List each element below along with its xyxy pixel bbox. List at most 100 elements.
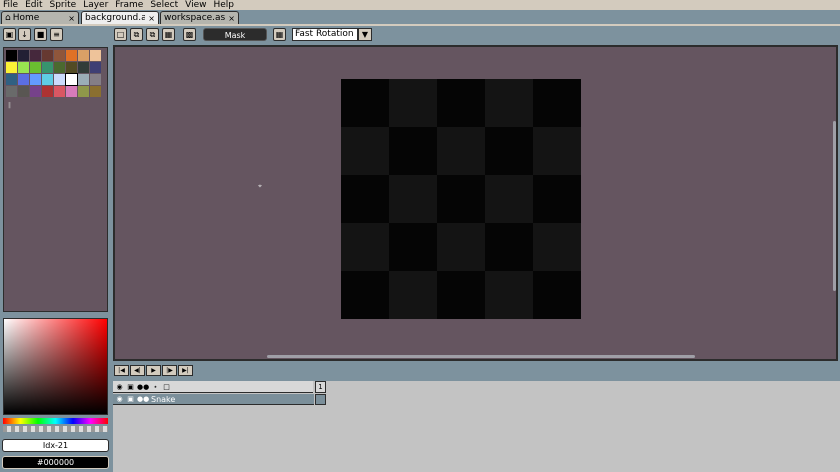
palette-swatch[interactable] [90,50,101,61]
sprite-canvas[interactable] [341,79,581,319]
palette-swatch[interactable] [30,86,41,97]
selection-intersect-icon[interactable]: ▦ [162,28,175,41]
palette-resize-handle[interactable]: ‖ [8,102,11,109]
palette-swatch[interactable] [54,50,65,61]
eye-icon[interactable]: ◉ [114,394,125,404]
lock-icon[interactable]: ▣ [125,394,136,404]
tab-home[interactable]: ⌂ Home × [1,11,79,24]
selection-subtract-icon[interactable]: ⧉ [146,28,159,41]
palette-swatch[interactable] [66,62,77,73]
previous-frame-icon[interactable]: ◀| [130,365,145,376]
palette-swatch[interactable] [78,74,89,85]
layer-row[interactable]: ◉ ▣ ●● Snake [113,394,314,405]
palette-swatch[interactable] [18,74,29,85]
context-toolbar: ▣ ↓ ■ ≡ □ ⧉ ⧉ ▦ ▩ Mask ▦ Fast Rotation ▼ [0,26,840,45]
sprite-tile [341,127,389,175]
timeline-header: ◉ ▣ ●● ⋆ □ [113,381,313,393]
palette-swatch[interactable] [90,86,101,97]
pivot-icon[interactable]: ▩ [183,28,196,41]
vertical-scrollbar[interactable] [833,121,836,291]
crosshair-cursor-icon: ⌖ [258,182,262,190]
first-frame-icon[interactable]: |◀ [114,365,129,376]
palette-swatch[interactable] [18,62,29,73]
palette-swatch[interactable] [30,74,41,85]
menu-view[interactable]: View [182,0,210,10]
palette-swatch[interactable] [42,74,53,85]
sprite-tile [389,127,437,175]
grid-icon[interactable]: ▦ [273,28,286,41]
palette-swatch[interactable] [90,74,101,85]
tab-bar: ⌂ Home × background.ase × workspace.asep… [0,10,840,25]
cel[interactable] [315,394,326,405]
selection-replace-icon[interactable]: □ [114,28,127,41]
palette-swatch[interactable] [65,73,78,86]
menu-select[interactable]: Select [147,0,182,10]
rotation-algorithm-select[interactable]: Fast Rotation [292,28,358,41]
palette-swatch[interactable] [6,62,17,73]
palette-swatch[interactable] [30,50,41,61]
palette-swatch[interactable] [18,50,29,61]
tab-background-close-icon[interactable]: × [148,14,155,23]
horizontal-scrollbar[interactable] [267,355,695,358]
next-frame-icon[interactable]: |▶ [162,365,177,376]
color-hex-field[interactable]: #000000 [2,456,109,469]
palette-swatch[interactable] [78,50,89,61]
palette-swatch[interactable] [30,62,41,73]
palette-swatch[interactable] [54,74,65,85]
play-icon[interactable]: ▶ [146,365,161,376]
menu-help[interactable]: Help [210,0,238,10]
mask-button[interactable]: Mask [203,28,267,41]
sprite-tile [485,175,533,223]
menu-layer[interactable]: Layer [80,0,112,10]
color-index-field[interactable]: Idx-21 [2,439,109,452]
hue-slider[interactable] [3,418,108,424]
selection-add-icon[interactable]: ⧉ [130,28,143,41]
palette-swatch[interactable] [90,62,101,73]
palette-swatch[interactable] [42,50,53,61]
menu-frame[interactable]: Frame [112,0,147,10]
last-frame-icon[interactable]: ▶| [178,365,193,376]
palette-swatch[interactable] [54,62,65,73]
sprite-tile [437,79,485,127]
palette-swatch[interactable] [78,86,89,97]
home-icon: ⌂ [5,13,11,23]
tab-background[interactable]: background.ase × [81,11,159,24]
eye-icon[interactable]: ◉ [114,382,125,392]
palette-swatch[interactable] [42,62,53,73]
tab-workspace-close-icon[interactable]: × [228,14,235,23]
sprite-tile [389,271,437,319]
download-icon[interactable]: ↓ [18,28,31,41]
onion-skin-icon[interactable]: ●● [137,382,149,392]
menu-edit[interactable]: Edit [22,0,46,10]
palette-swatch[interactable] [6,74,17,85]
tab-home-close-icon[interactable]: × [68,14,75,23]
tab-workspace[interactable]: workspace.asep × [160,11,239,24]
frame-toggle-icon[interactable]: □ [161,382,172,392]
palette-swatch[interactable] [18,86,29,97]
frame-header[interactable]: 1 [315,381,326,393]
palette: ‖ [3,47,108,312]
palette-swatch[interactable] [6,86,17,97]
palette-swatch[interactable] [66,50,77,61]
color-spectrum[interactable] [3,318,108,415]
lock-icon[interactable]: ▣ [125,382,136,392]
palette-swatch[interactable] [42,86,53,97]
menu-icon[interactable]: ≡ [50,28,63,41]
sprite-tile [341,175,389,223]
menu-sprite[interactable]: Sprite [47,0,81,10]
tab-home-label: Home [12,13,40,23]
menu-file[interactable]: File [0,0,22,10]
square-icon[interactable]: ■ [34,28,47,41]
lock-icon[interactable]: ▣ [3,28,16,41]
palette-swatch[interactable] [54,86,65,97]
sprite-editor[interactable]: ⌖ [113,45,838,361]
palette-swatch[interactable] [78,62,89,73]
sprite-tile [485,127,533,175]
palette-swatch[interactable] [6,50,17,61]
link-icon[interactable]: ⋆ [150,382,161,392]
sprite-tile [533,127,581,175]
palette-swatch[interactable] [66,86,77,97]
continuous-icon[interactable]: ●● [137,394,149,404]
alpha-slider[interactable] [3,426,108,432]
chevron-down-icon[interactable]: ▼ [358,28,372,41]
